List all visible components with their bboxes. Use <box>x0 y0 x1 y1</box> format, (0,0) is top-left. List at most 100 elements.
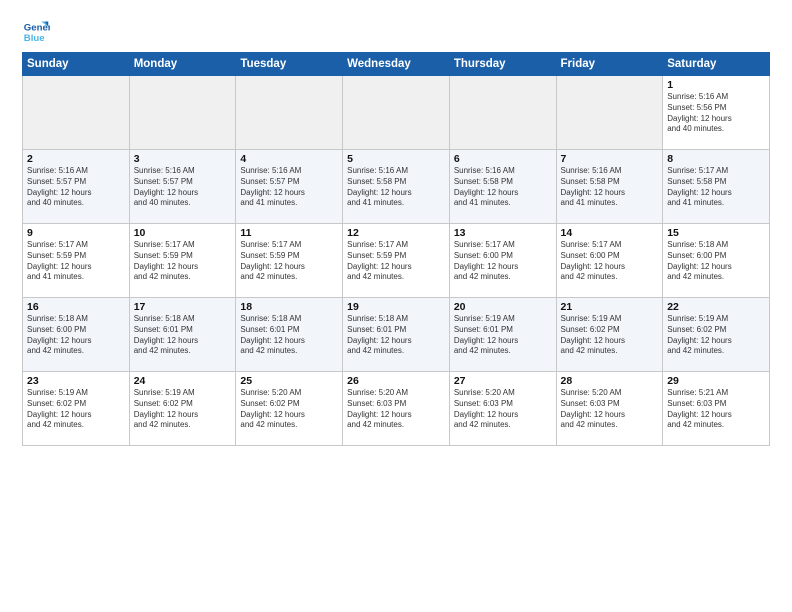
calendar-cell: 6Sunrise: 5:16 AM Sunset: 5:58 PM Daylig… <box>449 150 556 224</box>
calendar-cell <box>236 76 343 150</box>
day-number: 15 <box>667 227 765 239</box>
calendar-table: SundayMondayTuesdayWednesdayThursdayFrid… <box>22 52 770 446</box>
day-detail: Sunrise: 5:16 AM Sunset: 5:56 PM Dayligh… <box>667 92 765 135</box>
day-number: 20 <box>454 301 552 313</box>
weekday-header-wednesday: Wednesday <box>343 53 450 76</box>
day-detail: Sunrise: 5:18 AM Sunset: 6:00 PM Dayligh… <box>667 240 765 283</box>
day-number: 10 <box>134 227 232 239</box>
day-number: 16 <box>27 301 125 313</box>
calendar-cell: 16Sunrise: 5:18 AM Sunset: 6:00 PM Dayli… <box>23 298 130 372</box>
day-detail: Sunrise: 5:18 AM Sunset: 6:00 PM Dayligh… <box>27 314 125 357</box>
calendar-cell: 19Sunrise: 5:18 AM Sunset: 6:01 PM Dayli… <box>343 298 450 372</box>
logo-icon: General Blue <box>22 18 50 46</box>
day-detail: Sunrise: 5:17 AM Sunset: 5:59 PM Dayligh… <box>134 240 232 283</box>
day-detail: Sunrise: 5:20 AM Sunset: 6:03 PM Dayligh… <box>347 388 445 431</box>
day-number: 22 <box>667 301 765 313</box>
day-number: 26 <box>347 375 445 387</box>
calendar-row: 16Sunrise: 5:18 AM Sunset: 6:00 PM Dayli… <box>23 298 770 372</box>
day-number: 17 <box>134 301 232 313</box>
day-detail: Sunrise: 5:20 AM Sunset: 6:03 PM Dayligh… <box>454 388 552 431</box>
calendar-cell: 29Sunrise: 5:21 AM Sunset: 6:03 PM Dayli… <box>663 372 770 446</box>
calendar-cell: 9Sunrise: 5:17 AM Sunset: 5:59 PM Daylig… <box>23 224 130 298</box>
weekday-header-friday: Friday <box>556 53 663 76</box>
day-number: 8 <box>667 153 765 165</box>
day-detail: Sunrise: 5:20 AM Sunset: 6:02 PM Dayligh… <box>240 388 338 431</box>
day-number: 2 <box>27 153 125 165</box>
calendar-cell: 10Sunrise: 5:17 AM Sunset: 5:59 PM Dayli… <box>129 224 236 298</box>
day-number: 7 <box>561 153 659 165</box>
day-number: 13 <box>454 227 552 239</box>
day-number: 23 <box>27 375 125 387</box>
calendar-cell: 20Sunrise: 5:19 AM Sunset: 6:01 PM Dayli… <box>449 298 556 372</box>
day-detail: Sunrise: 5:18 AM Sunset: 6:01 PM Dayligh… <box>134 314 232 357</box>
calendar-cell: 2Sunrise: 5:16 AM Sunset: 5:57 PM Daylig… <box>23 150 130 224</box>
calendar-cell: 13Sunrise: 5:17 AM Sunset: 6:00 PM Dayli… <box>449 224 556 298</box>
calendar-cell: 24Sunrise: 5:19 AM Sunset: 6:02 PM Dayli… <box>129 372 236 446</box>
day-detail: Sunrise: 5:18 AM Sunset: 6:01 PM Dayligh… <box>240 314 338 357</box>
calendar-cell: 15Sunrise: 5:18 AM Sunset: 6:00 PM Dayli… <box>663 224 770 298</box>
day-number: 19 <box>347 301 445 313</box>
calendar-cell: 3Sunrise: 5:16 AM Sunset: 5:57 PM Daylig… <box>129 150 236 224</box>
day-number: 24 <box>134 375 232 387</box>
header: General Blue <box>22 18 770 46</box>
calendar-cell: 7Sunrise: 5:16 AM Sunset: 5:58 PM Daylig… <box>556 150 663 224</box>
calendar-cell: 25Sunrise: 5:20 AM Sunset: 6:02 PM Dayli… <box>236 372 343 446</box>
day-number: 11 <box>240 227 338 239</box>
calendar-cell: 11Sunrise: 5:17 AM Sunset: 5:59 PM Dayli… <box>236 224 343 298</box>
day-number: 4 <box>240 153 338 165</box>
day-detail: Sunrise: 5:17 AM Sunset: 6:00 PM Dayligh… <box>561 240 659 283</box>
weekday-header-saturday: Saturday <box>663 53 770 76</box>
calendar-cell: 1Sunrise: 5:16 AM Sunset: 5:56 PM Daylig… <box>663 76 770 150</box>
day-number: 27 <box>454 375 552 387</box>
calendar-cell <box>129 76 236 150</box>
day-detail: Sunrise: 5:17 AM Sunset: 5:59 PM Dayligh… <box>240 240 338 283</box>
day-number: 5 <box>347 153 445 165</box>
day-number: 29 <box>667 375 765 387</box>
calendar-cell <box>343 76 450 150</box>
weekday-header-thursday: Thursday <box>449 53 556 76</box>
calendar-cell <box>556 76 663 150</box>
calendar-cell: 12Sunrise: 5:17 AM Sunset: 5:59 PM Dayli… <box>343 224 450 298</box>
calendar-cell: 14Sunrise: 5:17 AM Sunset: 6:00 PM Dayli… <box>556 224 663 298</box>
calendar-cell: 8Sunrise: 5:17 AM Sunset: 5:58 PM Daylig… <box>663 150 770 224</box>
day-detail: Sunrise: 5:16 AM Sunset: 5:57 PM Dayligh… <box>27 166 125 209</box>
day-number: 9 <box>27 227 125 239</box>
day-detail: Sunrise: 5:19 AM Sunset: 6:02 PM Dayligh… <box>561 314 659 357</box>
calendar-cell: 21Sunrise: 5:19 AM Sunset: 6:02 PM Dayli… <box>556 298 663 372</box>
day-detail: Sunrise: 5:16 AM Sunset: 5:58 PM Dayligh… <box>454 166 552 209</box>
day-detail: Sunrise: 5:16 AM Sunset: 5:57 PM Dayligh… <box>134 166 232 209</box>
day-detail: Sunrise: 5:19 AM Sunset: 6:01 PM Dayligh… <box>454 314 552 357</box>
day-detail: Sunrise: 5:17 AM Sunset: 5:58 PM Dayligh… <box>667 166 765 209</box>
calendar-cell: 17Sunrise: 5:18 AM Sunset: 6:01 PM Dayli… <box>129 298 236 372</box>
day-number: 28 <box>561 375 659 387</box>
day-number: 25 <box>240 375 338 387</box>
calendar-cell: 27Sunrise: 5:20 AM Sunset: 6:03 PM Dayli… <box>449 372 556 446</box>
weekday-header-row: SundayMondayTuesdayWednesdayThursdayFrid… <box>23 53 770 76</box>
calendar-cell <box>23 76 130 150</box>
day-number: 6 <box>454 153 552 165</box>
weekday-header-sunday: Sunday <box>23 53 130 76</box>
day-detail: Sunrise: 5:16 AM Sunset: 5:58 PM Dayligh… <box>561 166 659 209</box>
day-detail: Sunrise: 5:16 AM Sunset: 5:58 PM Dayligh… <box>347 166 445 209</box>
day-number: 12 <box>347 227 445 239</box>
day-detail: Sunrise: 5:17 AM Sunset: 5:59 PM Dayligh… <box>347 240 445 283</box>
calendar-cell <box>449 76 556 150</box>
calendar-cell: 22Sunrise: 5:19 AM Sunset: 6:02 PM Dayli… <box>663 298 770 372</box>
day-detail: Sunrise: 5:17 AM Sunset: 5:59 PM Dayligh… <box>27 240 125 283</box>
day-number: 3 <box>134 153 232 165</box>
day-number: 18 <box>240 301 338 313</box>
calendar-row: 23Sunrise: 5:19 AM Sunset: 6:02 PM Dayli… <box>23 372 770 446</box>
day-number: 21 <box>561 301 659 313</box>
day-detail: Sunrise: 5:21 AM Sunset: 6:03 PM Dayligh… <box>667 388 765 431</box>
day-detail: Sunrise: 5:17 AM Sunset: 6:00 PM Dayligh… <box>454 240 552 283</box>
weekday-header-tuesday: Tuesday <box>236 53 343 76</box>
calendar-cell: 28Sunrise: 5:20 AM Sunset: 6:03 PM Dayli… <box>556 372 663 446</box>
calendar-row: 1Sunrise: 5:16 AM Sunset: 5:56 PM Daylig… <box>23 76 770 150</box>
day-number: 14 <box>561 227 659 239</box>
calendar-row: 2Sunrise: 5:16 AM Sunset: 5:57 PM Daylig… <box>23 150 770 224</box>
calendar-cell: 26Sunrise: 5:20 AM Sunset: 6:03 PM Dayli… <box>343 372 450 446</box>
calendar-cell: 23Sunrise: 5:19 AM Sunset: 6:02 PM Dayli… <box>23 372 130 446</box>
day-detail: Sunrise: 5:20 AM Sunset: 6:03 PM Dayligh… <box>561 388 659 431</box>
weekday-header-monday: Monday <box>129 53 236 76</box>
day-detail: Sunrise: 5:18 AM Sunset: 6:01 PM Dayligh… <box>347 314 445 357</box>
